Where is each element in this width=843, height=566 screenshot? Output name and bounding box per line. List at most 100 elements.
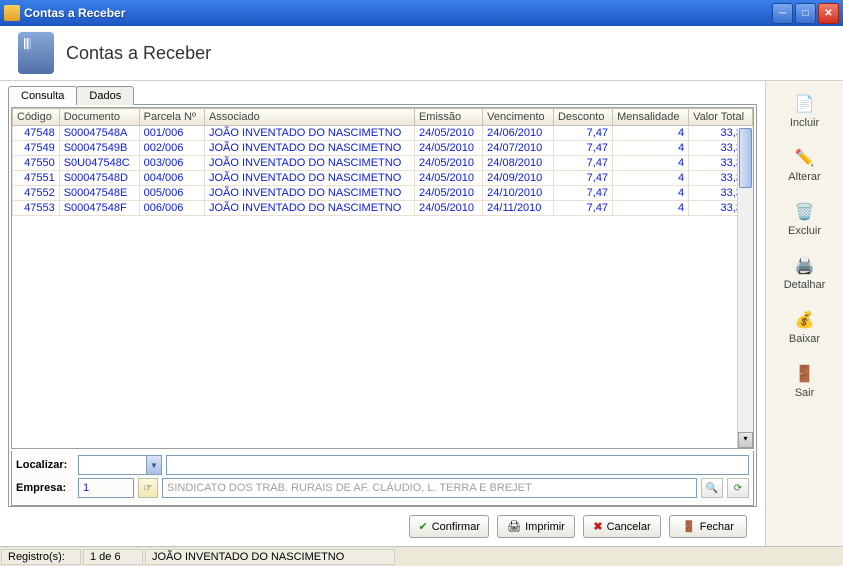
cell-vencimento[interactable]: 24/09/2010	[483, 171, 554, 186]
cell-associado[interactable]: JOÃO INVENTADO DO NASCIMETNO	[204, 141, 414, 156]
cell-emissao[interactable]: 24/05/2010	[414, 156, 482, 171]
table-row[interactable]: 47549S00047549B002/006JOÃO INVENTADO DO …	[13, 141, 753, 156]
cell-documento[interactable]: S00047548E	[59, 186, 139, 201]
cell-mensalidade[interactable]: 4	[613, 201, 689, 216]
cell-documento[interactable]: S0U047548C	[59, 156, 139, 171]
cell-emissao[interactable]: 24/05/2010	[414, 141, 482, 156]
cell-documento[interactable]: S00047548D	[59, 171, 139, 186]
sair-button[interactable]: 🚪 Sair	[794, 363, 816, 399]
cell-codigo[interactable]: 47549	[13, 141, 60, 156]
cell-codigo[interactable]: 47548	[13, 126, 60, 141]
cell-documento[interactable]: S00047548A	[59, 126, 139, 141]
empresa-lookup-button[interactable]: ☞	[138, 478, 158, 498]
baixar-button[interactable]: 💰 Baixar	[789, 309, 820, 345]
table-row[interactable]: 47552S00047548E005/006JOÃO INVENTADO DO …	[13, 186, 753, 201]
cell-mensalidade[interactable]: 4	[613, 171, 689, 186]
cell-vencimento[interactable]: 24/11/2010	[483, 201, 554, 216]
cell-codigo[interactable]: 47550	[13, 156, 60, 171]
app-icon	[4, 5, 20, 21]
tab-consulta[interactable]: Consulta	[8, 86, 77, 105]
cell-associado[interactable]: JOÃO INVENTADO DO NASCIMETNO	[204, 186, 414, 201]
col-desconto[interactable]: Desconto	[553, 109, 612, 126]
printer-icon: 🖨	[507, 520, 521, 533]
cell-parcela[interactable]: 006/006	[139, 201, 204, 216]
cell-codigo[interactable]: 47551	[13, 171, 60, 186]
table-row[interactable]: 47553S00047548F006/006JOÃO INVENTADO DO …	[13, 201, 753, 216]
alterar-label: Alterar	[788, 171, 820, 183]
cell-parcela[interactable]: 004/006	[139, 171, 204, 186]
scrollbar-thumb[interactable]	[739, 128, 752, 188]
cell-associado[interactable]: JOÃO INVENTADO DO NASCIMETNO	[204, 156, 414, 171]
localizar-field-combo[interactable]: ▼	[78, 455, 162, 475]
cell-emissao[interactable]: 24/05/2010	[414, 171, 482, 186]
maximize-button[interactable]: □	[795, 3, 816, 24]
table-row[interactable]: 47548S00047548A001/006JOÃO INVENTADO DO …	[13, 126, 753, 141]
cell-documento[interactable]: S00047549B	[59, 141, 139, 156]
chevron-down-icon[interactable]: ▼	[146, 456, 161, 474]
refresh-button[interactable]: ⟳	[727, 478, 749, 498]
col-documento[interactable]: Documento	[59, 109, 139, 126]
cell-associado[interactable]: JOÃO INVENTADO DO NASCIMETNO	[204, 171, 414, 186]
cell-desconto[interactable]: 7,47	[553, 156, 612, 171]
empresa-code-input[interactable]: 1	[78, 478, 134, 498]
minimize-button[interactable]: ─	[772, 3, 793, 24]
cell-mensalidade[interactable]: 4	[613, 126, 689, 141]
col-valor[interactable]: Valor Total	[689, 109, 753, 126]
col-codigo[interactable]: Código	[13, 109, 60, 126]
cell-desconto[interactable]: 7,47	[553, 171, 612, 186]
cell-desconto[interactable]: 7,47	[553, 141, 612, 156]
alterar-button[interactable]: ✏️ Alterar	[788, 147, 820, 183]
cell-emissao[interactable]: 24/05/2010	[414, 186, 482, 201]
cell-vencimento[interactable]: 24/08/2010	[483, 156, 554, 171]
scroll-down-icon[interactable]: ▾	[738, 432, 753, 448]
cell-parcela[interactable]: 002/006	[139, 141, 204, 156]
cell-codigo[interactable]: 47552	[13, 186, 60, 201]
cell-emissao[interactable]: 24/05/2010	[414, 201, 482, 216]
cell-desconto[interactable]: 7,47	[553, 201, 612, 216]
data-grid[interactable]: Código Documento Parcela Nº Associado Em…	[11, 107, 754, 449]
col-emissao[interactable]: Emissão	[414, 109, 482, 126]
cell-associado[interactable]: JOÃO INVENTADO DO NASCIMETNO	[204, 126, 414, 141]
table-row[interactable]: 47551S00047548D004/006JOÃO INVENTADO DO …	[13, 171, 753, 186]
localizar-value-input[interactable]	[166, 455, 749, 475]
cell-vencimento[interactable]: 24/07/2010	[483, 141, 554, 156]
col-associado[interactable]: Associado	[204, 109, 414, 126]
table-row[interactable]: 47550S0U047548C003/006JOÃO INVENTADO DO …	[13, 156, 753, 171]
cell-emissao[interactable]: 24/05/2010	[414, 126, 482, 141]
col-mensalidade[interactable]: Mensalidade	[613, 109, 689, 126]
close-button[interactable]: ✕	[818, 3, 839, 24]
cell-desconto[interactable]: 7,47	[553, 186, 612, 201]
excluir-button[interactable]: 🗑️ Excluir	[788, 201, 821, 237]
tab-dados[interactable]: Dados	[76, 86, 134, 105]
cell-mensalidade[interactable]: 4	[613, 141, 689, 156]
cell-parcela[interactable]: 001/006	[139, 126, 204, 141]
cell-parcela[interactable]: 005/006	[139, 186, 204, 201]
confirmar-button[interactable]: ✔ Confirmar	[409, 515, 489, 538]
cell-documento[interactable]: S00047548F	[59, 201, 139, 216]
cell-vencimento[interactable]: 24/10/2010	[483, 186, 554, 201]
imprimir-label: Imprimir	[525, 521, 565, 533]
vertical-scrollbar[interactable]: ▾	[737, 128, 753, 448]
delete-icon: 🗑️	[793, 201, 815, 223]
incluir-button[interactable]: 📄 Incluir	[790, 93, 819, 129]
cell-parcela[interactable]: 003/006	[139, 156, 204, 171]
refresh-icon: ⟳	[734, 483, 742, 494]
window-title: Contas a Receber	[24, 6, 770, 20]
fechar-button[interactable]: 🚪 Fechar	[669, 515, 747, 538]
cell-vencimento[interactable]: 24/06/2010	[483, 126, 554, 141]
detalhar-button[interactable]: 🖨️ Detalhar	[784, 255, 826, 291]
search-button[interactable]: 🔍	[701, 478, 723, 498]
cancelar-button[interactable]: ✖ Cancelar	[583, 515, 661, 538]
printer-detail-icon: 🖨️	[793, 255, 815, 277]
col-parcela[interactable]: Parcela Nº	[139, 109, 204, 126]
page-title: Contas a Receber	[66, 43, 211, 64]
cell-codigo[interactable]: 47553	[13, 201, 60, 216]
cell-associado[interactable]: JOÃO INVENTADO DO NASCIMETNO	[204, 201, 414, 216]
cell-mensalidade[interactable]: 4	[613, 156, 689, 171]
cell-mensalidade[interactable]: 4	[613, 186, 689, 201]
cell-desconto[interactable]: 7,47	[553, 126, 612, 141]
cancelar-label: Cancelar	[607, 521, 651, 533]
confirmar-label: Confirmar	[432, 521, 480, 533]
imprimir-button[interactable]: 🖨 Imprimir	[497, 515, 575, 538]
col-vencimento[interactable]: Vencimento	[483, 109, 554, 126]
